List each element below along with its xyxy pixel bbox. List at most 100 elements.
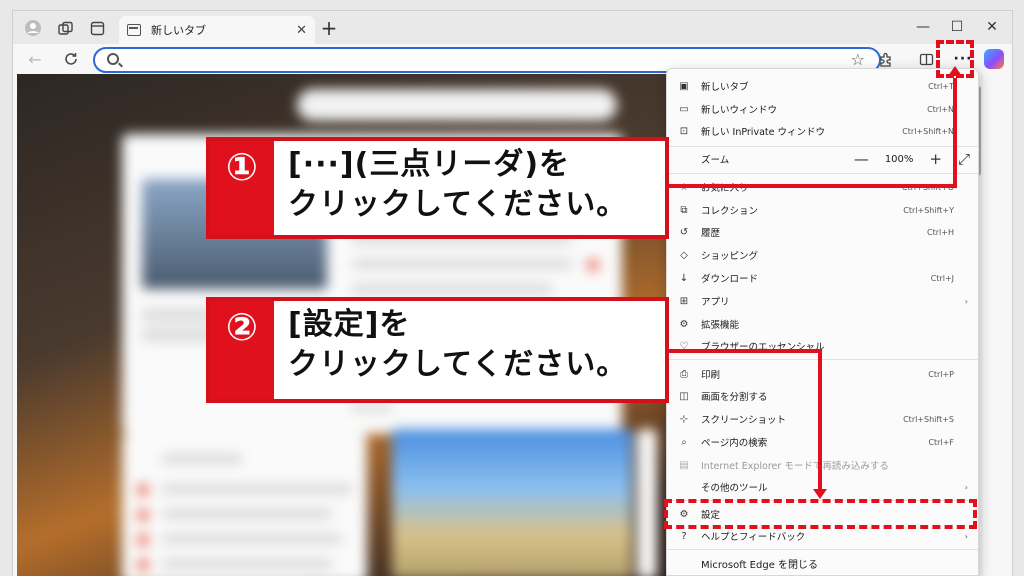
menu-item-label: 印刷 xyxy=(701,370,721,381)
menu-item-label: その他のツール xyxy=(701,483,768,494)
menu-item-label: ダウンロード xyxy=(701,274,759,285)
menu-item-label: 新しいウィンドウ xyxy=(701,105,778,116)
menu-item-shortcut: Ctrl+T xyxy=(928,81,954,91)
split-screen-icon[interactable] xyxy=(916,49,936,69)
step-number: ① xyxy=(210,141,274,235)
menu-item-new-window[interactable]: ▭ 新しいウィンドウ Ctrl+N xyxy=(667,98,978,120)
menu-item-label: 履歴 xyxy=(701,228,721,239)
menu-item-new-inprivate-window[interactable]: ⊡ 新しい InPrivate ウィンドウ Ctrl+Shift+N xyxy=(667,120,978,142)
find-icon: ⌕ xyxy=(681,436,687,448)
menu-item-shortcut: Ctrl+Shift+S xyxy=(903,414,954,424)
step-number: ② xyxy=(210,301,274,399)
menu-item-shortcut: Ctrl+H xyxy=(927,227,954,237)
favorite-star-icon[interactable]: ☆ xyxy=(851,50,865,69)
extensions-icon: ⚙ xyxy=(679,318,689,330)
ie-icon: ▤ xyxy=(679,459,689,471)
menu-item-label: ズーム xyxy=(701,155,730,166)
menu-item-print[interactable]: ⎙ 印刷 Ctrl+P xyxy=(667,363,978,385)
history-icon: ↺ xyxy=(679,226,689,238)
download-icon: ↓ xyxy=(679,272,689,284)
menu-item-downloads[interactable]: ↓ ダウンロード Ctrl+J xyxy=(667,267,978,289)
maximize-button[interactable]: ☐ xyxy=(947,19,967,35)
menu-item-label: コレクション xyxy=(701,206,759,217)
inprivate-icon: ⊡ xyxy=(679,125,689,137)
profile-icon[interactable] xyxy=(23,18,43,38)
tab-strip: 新しいタブ ✕ + — ☐ ✕ xyxy=(13,11,1012,44)
menu-item-label: ページ内の検索 xyxy=(701,438,768,449)
menu-item-label: 新しいタブ xyxy=(701,82,749,93)
callout-step-1: ① [···](三点リーダ)を クリックしてください。 xyxy=(206,137,669,239)
menu-item-split-screen[interactable]: ◫ 画面を分割する xyxy=(667,385,978,407)
connector-line xyxy=(953,78,957,188)
back-button[interactable]: ← xyxy=(25,49,45,69)
window-icon: ▭ xyxy=(679,103,689,115)
workspaces-icon[interactable] xyxy=(55,18,75,38)
menu-item-label: 拡張機能 xyxy=(701,320,740,331)
collections-icon: ⧉ xyxy=(680,204,688,216)
menu-item-label: Microsoft Edge を閉じる xyxy=(701,559,819,571)
new-tab-page-icon xyxy=(127,24,141,36)
new-tab-icon: ▣ xyxy=(679,80,689,92)
menu-item-label: 新しい InPrivate ウィンドウ xyxy=(701,127,825,138)
menu-item-close-edge[interactable]: Microsoft Edge を閉じる xyxy=(667,552,978,574)
menu-item-collections[interactable]: ⧉ コレクション Ctrl+Shift+Y xyxy=(667,199,978,221)
tab-actions-icon[interactable] xyxy=(87,18,107,38)
menu-item-shortcut: Ctrl+Shift+N xyxy=(902,126,954,136)
tab-close-icon[interactable]: ✕ xyxy=(296,23,307,38)
submenu-chevron-icon: › xyxy=(964,296,968,306)
arrowhead xyxy=(813,489,827,499)
menu-item-apps[interactable]: ⊞ アプリ › xyxy=(667,290,978,312)
page-search-box xyxy=(297,89,617,121)
news-card-list xyxy=(122,434,367,576)
tag-icon: ◇ xyxy=(680,249,688,261)
menu-item-label: ショッピング xyxy=(701,251,759,262)
menu-item-new-tab[interactable]: ▣ 新しいタブ Ctrl+T xyxy=(667,75,978,97)
menu-item-screenshot[interactable]: ⊹ スクリーンショット Ctrl+Shift+S xyxy=(667,408,978,430)
minimize-button[interactable]: — xyxy=(913,19,933,35)
connector-line xyxy=(665,349,822,353)
tab-title: 新しいタブ xyxy=(151,24,206,37)
news-photo-city xyxy=(392,429,632,576)
connector-line xyxy=(665,184,957,188)
menu-item-shortcut: Ctrl+F xyxy=(928,437,954,447)
copilot-icon[interactable] xyxy=(984,49,1004,69)
menu-item-label: スクリーンショット xyxy=(701,415,787,426)
menu-item-browser-essentials[interactable]: ♡ ブラウザーのエッセンシャル xyxy=(667,335,978,357)
window-close-button[interactable]: ✕ xyxy=(982,19,1002,35)
help-icon: ? xyxy=(681,530,687,542)
new-tab-button[interactable]: + xyxy=(318,16,340,40)
refresh-button[interactable] xyxy=(61,49,81,69)
apps-icon: ⊞ xyxy=(679,295,689,307)
menu-item-history[interactable]: ↺ 履歴 Ctrl+H xyxy=(667,221,978,243)
menu-item-shortcut: Ctrl+Shift+Y xyxy=(903,205,954,215)
zoom-in-button[interactable]: + xyxy=(929,150,942,168)
menu-item-label: Internet Explorer モードで再読み込みする xyxy=(701,461,889,472)
zoom-level: 100% xyxy=(884,153,914,165)
menu-item-label: 画面を分割する xyxy=(701,392,768,403)
fullscreen-icon[interactable]: ⤢ xyxy=(958,150,970,168)
connector-line xyxy=(818,349,822,489)
step-instruction: [設定]を クリックしてください。 xyxy=(288,307,628,382)
submenu-chevron-icon: › xyxy=(964,531,968,541)
submenu-chevron-icon: › xyxy=(964,482,968,492)
split-icon: ◫ xyxy=(679,390,689,402)
print-icon: ⎙ xyxy=(680,368,688,380)
arrowhead xyxy=(948,66,962,76)
tab-new-tab[interactable]: 新しいタブ ✕ xyxy=(119,16,315,44)
menu-item-shopping[interactable]: ◇ ショッピング xyxy=(667,244,978,266)
zoom-out-button[interactable]: — xyxy=(854,150,869,168)
tools-icon xyxy=(677,480,691,494)
extensions-puzzle-icon[interactable] xyxy=(875,49,895,69)
highlight-settings-item xyxy=(664,499,977,529)
menu-item-find-on-page[interactable]: ⌕ ページ内の検索 Ctrl+F xyxy=(667,431,978,453)
menu-item-extensions[interactable]: ⚙ 拡張機能 xyxy=(667,313,978,335)
callout-step-2: ② [設定]を クリックしてください。 xyxy=(206,297,669,403)
menu-item-shortcut: Ctrl+N xyxy=(927,104,954,114)
menu-item-ie-mode: ▤ Internet Explorer モードで再読み込みする xyxy=(667,454,978,476)
step-instruction: [···](三点リーダ)を クリックしてください。 xyxy=(288,147,628,222)
search-icon xyxy=(107,53,119,65)
menu-item-label: アプリ xyxy=(701,297,730,308)
menu-item-zoom: ズーム — 100% + ⤢ xyxy=(667,148,978,170)
menu-item-shortcut: Ctrl+P xyxy=(928,369,954,379)
menu-item-shortcut: Ctrl+J xyxy=(930,273,954,283)
